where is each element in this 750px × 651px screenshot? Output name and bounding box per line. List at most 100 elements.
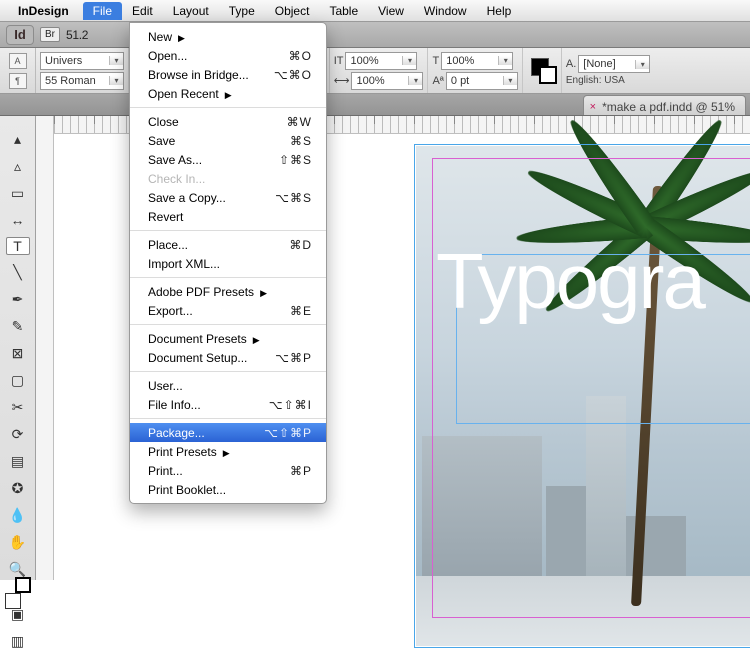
system-menubar: InDesign File Edit Layout Type Object Ta… [0, 0, 750, 22]
note-tool[interactable]: ✪ [6, 479, 30, 498]
hscale-combo[interactable]: 100%▾ [351, 72, 423, 90]
pencil-tool[interactable]: ✎ [6, 317, 30, 336]
menu-separator [130, 107, 326, 108]
menuitem-label: Adobe PDF Presets [148, 285, 267, 299]
fill-stroke-cluster [522, 48, 561, 93]
menuitem-document-setup[interactable]: Document Setup...⌥⌘P [130, 348, 326, 367]
menu-object[interactable]: Object [265, 2, 320, 20]
menuitem-shortcut: ⌥⇧⌘I [269, 398, 312, 412]
gap-tool[interactable]: ↔ [6, 211, 30, 229]
zoom-readout[interactable]: 51.2 [66, 28, 88, 42]
scissors-tool[interactable]: ✂ [6, 398, 30, 417]
menuitem-label: Revert [148, 210, 183, 224]
free-transform-tool[interactable]: ⟳ [6, 425, 30, 444]
menuitem-open-recent[interactable]: Open Recent [130, 84, 326, 103]
control-mode-switch[interactable]: A ¶ [0, 48, 36, 93]
language-label[interactable]: English: USA [566, 75, 650, 86]
fill-icon[interactable] [5, 593, 21, 609]
close-tab-icon[interactable]: × [590, 101, 596, 113]
app-name[interactable]: InDesign [18, 4, 69, 18]
charstyle-value: [None] [579, 58, 635, 70]
menuitem-file-info[interactable]: File Info...⌥⇧⌘I [130, 395, 326, 414]
menuitem-save-as[interactable]: Save As...⇧⌘S [130, 150, 326, 169]
menuitem-adobe-pdf-presets[interactable]: Adobe PDF Presets [130, 282, 326, 301]
screen-mode-tool[interactable]: ▥ [6, 632, 30, 651]
menuitem-open[interactable]: Open...⌘O [130, 46, 326, 65]
menu-layout[interactable]: Layout [163, 2, 219, 20]
menuitem-print-booklet[interactable]: Print Booklet... [130, 480, 326, 499]
menu-type[interactable]: Type [219, 2, 265, 20]
menuitem-label: Save a Copy... [148, 191, 226, 205]
menuitem-check-in: Check In... [130, 169, 326, 188]
menuitem-shortcut: ⇧⌘S [279, 153, 312, 167]
menuitem-user[interactable]: User... [130, 376, 326, 395]
menuitem-export[interactable]: Export...⌘E [130, 301, 326, 320]
menu-file[interactable]: File [83, 2, 122, 20]
headline-text[interactable]: Typogra [436, 236, 704, 327]
page-image[interactable] [416, 146, 750, 646]
menuitem-save[interactable]: Save⌘S [130, 131, 326, 150]
tools-panel: ▴ ▵ ▭ ↔ T ╲ ✒ ✎ ⊠ ▢ ✂ ⟳ ▤ ✪ 💧 ✋ 🔍 ▣ ▥ [0, 116, 36, 580]
menuitem-revert[interactable]: Revert [130, 207, 326, 226]
charstyle-cluster: A. [None]▾ English: USA [561, 48, 654, 93]
font-style-value: 55 Roman [41, 75, 109, 87]
document-tab-title: *make a pdf.indd @ 51% [602, 100, 735, 114]
photo-pool [416, 576, 750, 646]
hscale-value: 100% [352, 75, 408, 87]
menuitem-label: Document Setup... [148, 351, 247, 365]
page-tool[interactable]: ▭ [6, 184, 30, 203]
paragraph-mode-icon[interactable]: ¶ [9, 73, 27, 89]
line-tool[interactable]: ╲ [6, 263, 30, 282]
menu-edit[interactable]: Edit [122, 2, 163, 20]
font-style-combo[interactable]: 55 Roman▾ [40, 72, 124, 90]
vscale-combo[interactable]: 100%▾ [345, 52, 417, 70]
menuitem-import-xml[interactable]: Import XML... [130, 254, 326, 273]
eyedropper-tool[interactable]: 💧 [6, 506, 30, 525]
direct-select-tool[interactable]: ▵ [6, 157, 30, 176]
menuitem-shortcut: ⌘S [290, 134, 312, 148]
character-mode-icon[interactable]: A [9, 53, 27, 69]
skew-icon: Aª [432, 75, 443, 87]
menuitem-document-presets[interactable]: Document Presets [130, 329, 326, 348]
menuitem-save-a-copy[interactable]: Save a Copy...⌥⌘S [130, 188, 326, 207]
menuitem-package[interactable]: Package...⌥⇧⌘P [130, 423, 326, 442]
menuitem-place[interactable]: Place...⌘D [130, 235, 326, 254]
menu-help[interactable]: Help [477, 2, 522, 20]
menu-table[interactable]: Table [319, 2, 368, 20]
bridge-badge-icon[interactable]: Br [40, 27, 60, 42]
menu-separator [130, 371, 326, 372]
stroke-swatch-icon[interactable] [539, 66, 557, 84]
stroke-icon[interactable] [15, 577, 31, 593]
menuitem-label: Browse in Bridge... [148, 68, 249, 82]
menuitem-label: Import XML... [148, 257, 220, 271]
pen-tool[interactable]: ✒ [6, 290, 30, 309]
menuitem-shortcut: ⌥⌘O [274, 68, 312, 82]
menuitem-label: Print Booklet... [148, 483, 226, 497]
gradient-tool[interactable]: ▤ [6, 452, 30, 471]
rect-frame-tool[interactable]: ⊠ [6, 344, 30, 363]
font-family-combo[interactable]: Univers▾ [40, 52, 124, 70]
menuitem-close[interactable]: Close⌘W [130, 112, 326, 131]
control-panel: A ¶ Univers▾ 55 Roman▾ TT Tᴛ T¹ T T₁ T f… [0, 48, 750, 94]
menu-separator [130, 324, 326, 325]
selection-tool[interactable]: ▴ [6, 130, 30, 149]
baseline-shift-combo[interactable]: 0 pt▾ [446, 72, 518, 90]
menu-window[interactable]: Window [414, 2, 477, 20]
workspace: ▴ ▵ ▭ ↔ T ╲ ✒ ✎ ⊠ ▢ ✂ ⟳ ▤ ✪ 💧 ✋ 🔍 ▣ ▥ [0, 116, 750, 580]
document-tab[interactable]: × *make a pdf.indd @ 51% [583, 95, 746, 115]
rect-tool[interactable]: ▢ [6, 371, 30, 390]
menuitem-shortcut: ⌥⇧⌘P [264, 426, 312, 440]
baseline-combo[interactable]: 100%▾ [441, 52, 513, 70]
menuitem-shortcut: ⌘W [287, 115, 312, 129]
hand-tool[interactable]: ✋ [6, 533, 30, 552]
menuitem-print[interactable]: Print...⌘P [130, 461, 326, 480]
menu-view[interactable]: View [368, 2, 414, 20]
menuitem-new[interactable]: New [130, 27, 326, 46]
menuitem-browse-in-bridge[interactable]: Browse in Bridge... ⌥⌘O [130, 65, 326, 84]
vertical-ruler[interactable] [36, 116, 54, 580]
type-tool[interactable]: T [6, 237, 30, 255]
fill-stroke-proxy[interactable] [531, 58, 557, 84]
charstyle-combo[interactable]: [None]▾ [578, 55, 650, 73]
menuitem-print-presets[interactable]: Print Presets [130, 442, 326, 461]
baseline-cluster: T 100%▾ Aª 0 pt▾ [427, 48, 521, 93]
